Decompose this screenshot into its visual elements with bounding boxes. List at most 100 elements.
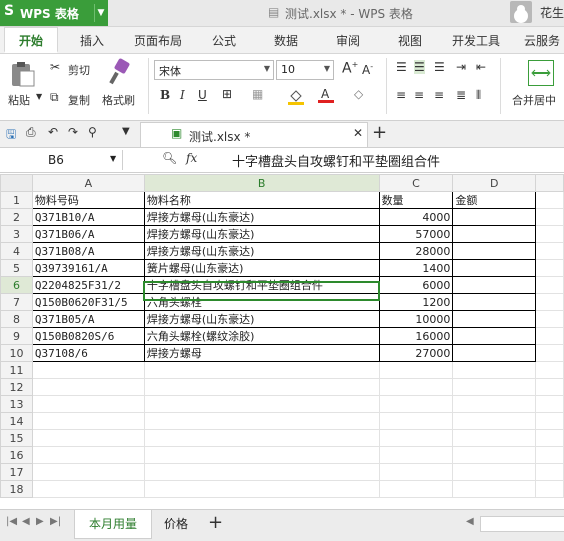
cell-e[interactable] xyxy=(535,242,564,260)
tab-page-layout[interactable]: 页面布局 xyxy=(134,32,182,49)
cell-b[interactable]: 焊接方螺母 xyxy=(143,344,380,362)
cell-e[interactable] xyxy=(535,191,564,209)
cell-a[interactable]: 物料号码 xyxy=(31,191,145,209)
copy-icon[interactable]: ⧉ xyxy=(50,90,59,105)
prev-sheet-icon[interactable]: ◀ xyxy=(22,516,30,527)
spreadsheet-grid[interactable]: A B C D 1 物料号码 物料名称 数量 金额 2 Q371B10/A 焊接方螺母(山东豪… xyxy=(0,174,564,508)
align-right-icon[interactable]: ≡ xyxy=(434,88,444,102)
cell-d[interactable] xyxy=(452,412,537,430)
cell-d[interactable] xyxy=(452,378,537,396)
sheet-tab-price[interactable]: 价格 xyxy=(150,510,202,538)
row-header[interactable]: 15 xyxy=(0,429,33,447)
cell-a[interactable]: Q371B08/A xyxy=(31,242,145,260)
cell-a[interactable] xyxy=(31,361,145,379)
cell-e[interactable] xyxy=(535,293,564,311)
merge-center-icon[interactable] xyxy=(528,60,554,86)
border-icon[interactable]: ⊞ xyxy=(222,87,232,101)
cell-a[interactable] xyxy=(31,378,145,396)
row-header[interactable]: 17 xyxy=(0,463,33,481)
document-tab[interactable]: ▣ 测试.xlsx * ✕ xyxy=(140,122,368,147)
tab-home[interactable]: 开始 xyxy=(4,27,59,53)
cell-c[interactable]: 1400 xyxy=(378,259,454,277)
font-size-select[interactable]: 10 ▼ xyxy=(276,60,334,80)
cell-b[interactable] xyxy=(143,395,380,413)
row-header[interactable]: 6 xyxy=(0,276,33,294)
name-box[interactable]: B6 ▼ xyxy=(0,150,123,170)
underline-icon[interactable]: U xyxy=(198,88,207,102)
row-header[interactable]: 8 xyxy=(0,310,33,328)
fx-button[interactable]: fx xyxy=(186,151,197,165)
cell-d[interactable] xyxy=(452,361,537,379)
cell-e[interactable] xyxy=(535,208,564,226)
clear-format-icon[interactable]: ◇ xyxy=(354,87,363,101)
cell-a[interactable] xyxy=(31,412,145,430)
cell-c[interactable]: 6000 xyxy=(378,276,454,294)
cell-e[interactable] xyxy=(535,480,564,498)
next-sheet-icon[interactable]: ▶ xyxy=(36,516,44,527)
cell-e[interactable] xyxy=(535,412,564,430)
cell-a[interactable] xyxy=(31,395,145,413)
cell-a[interactable]: Q39739161/A xyxy=(31,259,145,277)
cell-e[interactable] xyxy=(535,276,564,294)
cell-c[interactable]: 1200 xyxy=(378,293,454,311)
cell-b[interactable] xyxy=(143,446,380,464)
cell-d[interactable] xyxy=(452,259,537,277)
cell-b[interactable]: 六角头螺栓 xyxy=(143,293,380,311)
cell-d[interactable] xyxy=(452,480,537,498)
row-header[interactable]: 9 xyxy=(0,327,33,345)
save-icon[interactable]: 🖫 xyxy=(6,125,16,146)
cell-d[interactable] xyxy=(452,208,537,226)
cell-b[interactable] xyxy=(143,429,380,447)
format-painter-label[interactable]: 格式刷 xyxy=(102,92,135,108)
tab-insert[interactable]: 插入 xyxy=(80,32,104,49)
cell-d[interactable]: 金额 xyxy=(452,191,537,209)
user-name[interactable]: 花生 xyxy=(540,4,564,21)
cell-a[interactable]: Q371B05/A xyxy=(31,310,145,328)
font-color-icon[interactable]: A xyxy=(318,86,334,104)
align-bottom-icon[interactable]: ☰ xyxy=(434,60,445,74)
column-header-e[interactable] xyxy=(535,174,564,192)
column-header-a[interactable]: A xyxy=(31,174,145,192)
cell-d[interactable] xyxy=(452,276,537,294)
cell-a[interactable]: Q150B0820S/6 xyxy=(31,327,145,345)
column-header-d[interactable]: D xyxy=(452,174,537,192)
chevron-down-icon[interactable]: ▼ xyxy=(94,4,107,22)
cell-c[interactable] xyxy=(378,361,454,379)
paste-label[interactable]: 粘贴 xyxy=(8,92,30,108)
row-header[interactable]: 12 xyxy=(0,378,33,396)
cell-b[interactable] xyxy=(143,378,380,396)
zoom-search-icon[interactable]: 🔍︎ xyxy=(162,151,177,165)
row-header[interactable]: 7 xyxy=(0,293,33,311)
cell-b[interactable]: 焊接方螺母(山东豪达) xyxy=(143,242,380,260)
row-header[interactable]: 2 xyxy=(0,208,33,226)
align-middle-icon[interactable]: ☰ xyxy=(414,60,425,74)
indent-icon[interactable]: ⇥ xyxy=(456,60,466,74)
cell-c[interactable] xyxy=(378,378,454,396)
cell-d[interactable] xyxy=(452,463,537,481)
scissors-icon[interactable]: ✂ xyxy=(50,60,60,74)
bold-icon[interactable]: B xyxy=(160,88,170,102)
cell-a[interactable] xyxy=(31,480,145,498)
tab-view[interactable]: 视图 xyxy=(398,32,422,49)
cell-d[interactable] xyxy=(452,225,537,243)
horizontal-scrollbar[interactable] xyxy=(480,516,564,532)
cell-b[interactable]: 物料名称 xyxy=(143,191,380,209)
cell-d[interactable] xyxy=(452,293,537,311)
row-header[interactable]: 13 xyxy=(0,395,33,413)
cut-button[interactable]: 剪切 xyxy=(68,62,90,78)
align-center-icon[interactable]: ≡ xyxy=(414,88,424,102)
cell-d[interactable] xyxy=(452,395,537,413)
column-header-b[interactable]: B xyxy=(143,174,380,192)
cell-b[interactable]: 簧片螺母(山东豪达) xyxy=(143,259,380,277)
cell-a[interactable] xyxy=(31,463,145,481)
italic-icon[interactable]: I xyxy=(180,88,185,102)
cell-a[interactable]: Q371B10/A xyxy=(31,208,145,226)
cell-d[interactable] xyxy=(452,344,537,362)
close-icon[interactable]: ✕ xyxy=(353,126,363,140)
cell-e[interactable] xyxy=(535,446,564,464)
cell-c[interactable] xyxy=(378,412,454,430)
cell-c[interactable] xyxy=(378,463,454,481)
cell-e[interactable] xyxy=(535,259,564,277)
row-header[interactable]: 11 xyxy=(0,361,33,379)
row-header[interactable]: 16 xyxy=(0,446,33,464)
